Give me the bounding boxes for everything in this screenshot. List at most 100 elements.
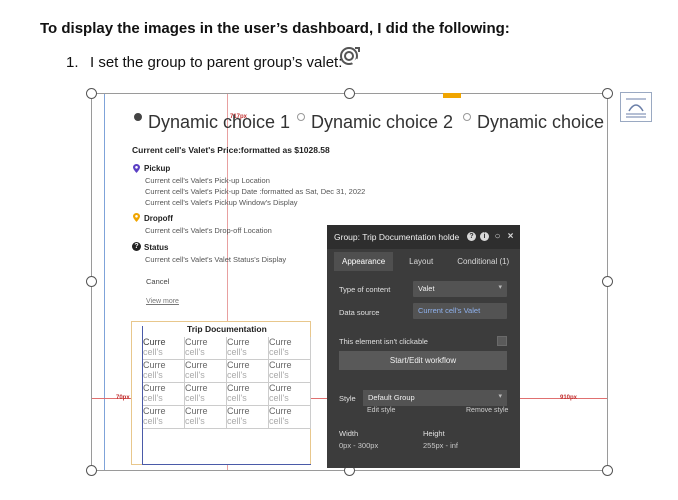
remove-style-link[interactable]: Remove style — [466, 407, 508, 414]
blue-guide-line — [104, 94, 105, 470]
dropoff-pin-icon — [133, 213, 140, 222]
doc-cell-line: Curre — [185, 337, 208, 347]
doc-grid-cell: Curre cell's — [143, 337, 185, 360]
doc-grid-cell: Curre cell's — [143, 360, 185, 383]
doc-cell-line: Curre — [185, 406, 208, 416]
info-icon[interactable]: i — [480, 232, 489, 241]
panel-header-icons: ? i ○ × — [467, 232, 515, 242]
doc-cell-line: cell's — [143, 347, 163, 357]
doc-cell-line: Curre — [185, 360, 208, 370]
panel-header[interactable]: Group: Trip Documentation holde ? i ○ × — [327, 225, 520, 249]
start-edit-workflow-button[interactable]: Start/Edit workflow — [339, 351, 507, 370]
height-label: Height — [423, 429, 445, 438]
image-layout-icon[interactable] — [620, 92, 652, 122]
doc-grid-cell: Curre cell's — [269, 360, 311, 383]
help-icon[interactable]: ? — [467, 232, 476, 241]
tab-conditional[interactable]: Conditional (1) — [449, 252, 517, 271]
close-icon[interactable]: × — [506, 232, 515, 242]
chevron-down-icon: ▾ — [498, 393, 502, 400]
style-label: Style — [339, 394, 356, 403]
right-guide-label: 910px — [560, 395, 578, 401]
resize-handle-bottom-left[interactable] — [86, 465, 97, 476]
width-label: Width — [339, 429, 359, 438]
doc-cell-line: cell's — [143, 393, 163, 403]
pickup-date: Current cell's Valet's Pick-up Date :for… — [145, 187, 366, 196]
dropoff-title: Dropoff — [144, 214, 173, 223]
step-number: 1. — [66, 54, 79, 71]
not-clickable-label: This element isn't clickable — [339, 337, 428, 346]
doc-cell-line: cell's — [227, 370, 247, 380]
view-more-link[interactable]: View more — [146, 298, 179, 305]
style-value: Default Group — [368, 393, 415, 402]
doc-cell-line: cell's — [143, 370, 163, 380]
doc-cell-line: Curre — [269, 337, 292, 347]
doc-cell-line: Curre — [227, 337, 250, 347]
type-of-content-label: Type of content — [339, 285, 391, 294]
doc-grid-cell: Curre cell's — [227, 337, 269, 360]
element-indicator-tab — [443, 93, 461, 98]
chevron-down-icon: ▾ — [498, 284, 502, 291]
resize-handle-top-left[interactable] — [86, 88, 97, 99]
doc-grid-cell: Curre cell's — [269, 406, 311, 429]
pickup-location: Current cell's Valet's Pick-up Location — [145, 176, 270, 185]
tab-appearance[interactable]: Appearance — [334, 251, 394, 271]
resize-handle-left[interactable] — [86, 276, 97, 287]
price-text: Current cell's Valet's Price:formatted a… — [132, 145, 330, 155]
doc-cell-line: Curre — [143, 406, 166, 416]
doc-cell-line: cell's — [227, 416, 247, 426]
tab-layout[interactable]: Layout — [401, 252, 441, 271]
status-question-icon: ? — [132, 242, 141, 251]
height-value[interactable]: 255px - inf — [423, 441, 458, 450]
edit-style-link[interactable]: Edit style — [367, 407, 395, 414]
radio-label: Dynamic choice 1 — [148, 112, 291, 132]
doc-grid-cell: Curre cell's — [143, 406, 185, 429]
doc-cell-line: cell's — [269, 416, 289, 426]
doc-cell-line: Curre — [227, 360, 250, 370]
panel-tabs: Appearance Layout Conditional (1) — [327, 249, 520, 273]
doc-grid-cell: Curre cell's — [143, 383, 185, 406]
doc-cell-line: Curre — [269, 406, 292, 416]
resize-handle-top-right[interactable] — [602, 88, 613, 99]
doc-grid-cell: Curre cell's — [185, 360, 227, 383]
doc-cell-line: cell's — [185, 347, 205, 357]
doc-cell-line: cell's — [227, 347, 247, 357]
radio-button-selected[interactable] — [134, 112, 142, 121]
trip-documentation-title: Trip Documentation — [187, 324, 267, 334]
doc-cell-line: cell's — [185, 393, 205, 403]
doc-cell-line: cell's — [227, 393, 247, 403]
doc-grid-cell: Curre cell's — [269, 337, 311, 360]
property-editor-panel[interactable]: Group: Trip Documentation holde ? i ○ × … — [327, 225, 520, 468]
doc-grid-cell: Curre cell's — [269, 383, 311, 406]
not-clickable-checkbox[interactable] — [497, 336, 507, 346]
pickup-window: Current cell's Valet's Pickup Window's D… — [145, 198, 298, 207]
type-of-content-value: Valet — [418, 284, 435, 293]
radio-button[interactable] — [463, 112, 471, 121]
document-heading: To display the images in the user’s dash… — [40, 20, 510, 37]
data-source-field[interactable]: Current cell's Valet — [413, 303, 507, 319]
resize-handle-bottom-right[interactable] — [602, 465, 613, 476]
resize-handle-right[interactable] — [602, 276, 613, 287]
doc-cell-line: Curre — [143, 383, 166, 393]
data-source-label: Data source — [339, 308, 380, 317]
doc-cell-line: Curre — [269, 360, 292, 370]
width-value[interactable]: 0px - 300px — [339, 441, 378, 450]
radio-option-2[interactable]: Dynamic choice 2 — [297, 112, 453, 133]
document-step-item: 1. I set the group to parent group’s vale… — [66, 54, 342, 71]
radio-button[interactable] — [297, 112, 305, 121]
doc-cell-line: cell's — [269, 370, 289, 380]
doc-cell-line: Curre — [227, 406, 250, 416]
doc-grid-cell: Curre cell's — [185, 383, 227, 406]
rotate-handle-icon[interactable] — [337, 44, 361, 68]
cancel-button[interactable]: Cancel — [146, 277, 169, 286]
pickup-pin-icon — [133, 164, 140, 173]
doc-grid-cell: Curre cell's — [185, 337, 227, 360]
style-dropdown[interactable]: Default Group ▾ — [363, 390, 507, 406]
radio-option-3[interactable]: Dynamic choice 3 — [463, 112, 607, 133]
type-of-content-dropdown[interactable]: Valet ▾ — [413, 281, 507, 297]
pickup-title: Pickup — [144, 164, 171, 173]
comment-icon[interactable]: ○ — [493, 232, 502, 242]
doc-cell-line: Curre — [185, 383, 208, 393]
resize-handle-top[interactable] — [344, 88, 355, 99]
radio-option-1[interactable]: Dynamic choice 1 — [134, 112, 290, 133]
left-guide-label: 70px — [116, 395, 130, 401]
